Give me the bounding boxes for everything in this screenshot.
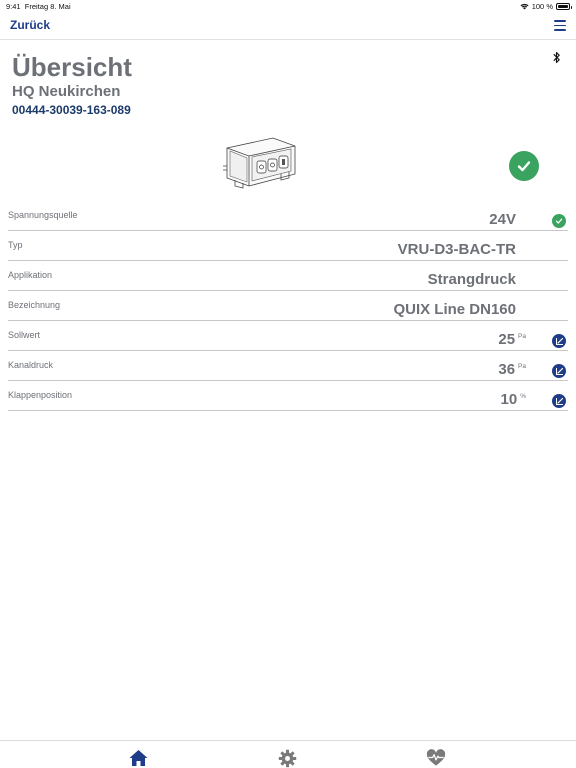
- device-illustration: [223, 137, 296, 189]
- battery-icon: [556, 3, 572, 10]
- row-klappenposition[interactable]: Klappenposition 10%: [8, 381, 568, 411]
- status-right: 100 %: [520, 2, 572, 11]
- row-label: Kanaldruck: [8, 360, 54, 370]
- row-value: 36 Pa: [498, 361, 526, 378]
- row-unit: %: [520, 393, 526, 400]
- row-sollwert[interactable]: Sollwert 25 Pa: [8, 321, 568, 351]
- status-time: 9:41 Freitag 8. Mai: [6, 2, 71, 11]
- heart-pulse-icon[interactable]: [426, 748, 446, 768]
- edit-chart-icon[interactable]: [552, 394, 566, 408]
- check-circle-icon: [552, 214, 566, 228]
- row-unit: Pa: [518, 333, 526, 340]
- bluetooth-icon[interactable]: [552, 51, 561, 64]
- row-spannungsquelle: Spannungsquelle 24V: [8, 201, 568, 231]
- device-status-check-icon: [509, 151, 539, 181]
- row-value: 10%: [500, 391, 526, 408]
- navigation-bar: Zurück: [0, 12, 576, 40]
- hamburger-icon[interactable]: [554, 20, 566, 31]
- row-bezeichnung: Bezeichnung QUIX Line DN160: [8, 291, 568, 321]
- row-label: Applikation: [8, 270, 53, 280]
- row-unit: Pa: [518, 363, 526, 370]
- location-name: HQ Neukirchen: [12, 83, 121, 100]
- home-icon[interactable]: [128, 748, 148, 768]
- battery-percentage: 100 %: [531, 2, 553, 11]
- row-label: Sollwert: [8, 330, 41, 340]
- wifi-icon: [520, 3, 529, 10]
- row-value: 24V: [489, 211, 516, 228]
- overview-list: Spannungsquelle 24V Typ VRU-D3-BAC-TR Ap…: [8, 201, 568, 411]
- page-title: Übersicht: [12, 52, 132, 82]
- row-value: VRU-D3-BAC-TR: [397, 241, 516, 258]
- row-applikation: Applikation Strangdruck: [8, 261, 568, 291]
- edit-chart-icon[interactable]: [552, 364, 566, 378]
- back-button[interactable]: Zurück: [10, 18, 50, 32]
- serial-number: 00444-30039-163-089: [12, 103, 131, 117]
- row-value: 25 Pa: [498, 331, 526, 348]
- row-label: Klappenposition: [8, 390, 73, 400]
- row-label: Typ: [8, 240, 23, 250]
- row-value: QUIX Line DN160: [393, 301, 516, 318]
- row-label: Bezeichnung: [8, 300, 61, 310]
- gear-icon[interactable]: [277, 748, 297, 768]
- tab-bar: [0, 740, 576, 768]
- row-value: Strangdruck: [427, 271, 516, 288]
- row-kanaldruck[interactable]: Kanaldruck 36 Pa: [8, 351, 568, 381]
- row-typ: Typ VRU-D3-BAC-TR: [8, 231, 568, 261]
- status-date: Freitag 8. Mai: [24, 2, 71, 11]
- status-bar: 9:41 Freitag 8. Mai 100 %: [0, 0, 576, 12]
- row-label: Spannungsquelle: [8, 210, 78, 220]
- edit-chart-icon[interactable]: [552, 334, 566, 348]
